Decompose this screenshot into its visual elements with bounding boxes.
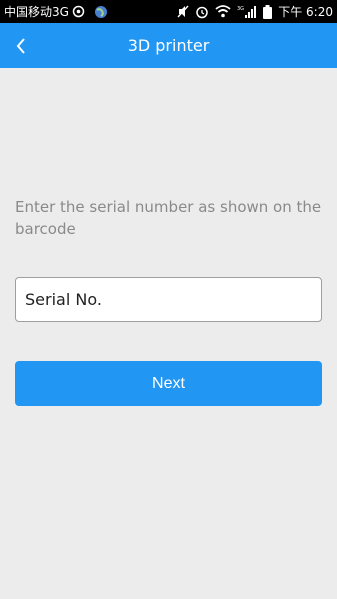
app-bar: 3D printer [0,23,337,68]
back-button[interactable] [6,23,36,68]
signal-icon: 3G [237,5,257,19]
page-title: 3D printer [127,36,210,55]
carrier-label: 中国移动3G [4,5,69,19]
svg-text:3G: 3G [237,6,244,12]
serial-number-input[interactable] [110,279,323,320]
chevron-left-icon [15,37,27,55]
battery-icon [263,4,273,19]
instruction-text: Enter the serial number as shown on the … [15,198,322,238]
next-button[interactable]: Next [15,361,322,406]
usb-debug-icon [72,5,85,18]
globe-icon [94,5,108,19]
status-time: 下午 6:20 [278,5,333,19]
mute-icon [177,5,189,18]
alarm-icon [195,5,209,19]
status-bar-right: 3G 下午 6:20 [177,3,337,20]
serial-number-field[interactable]: Serial No. [15,277,323,322]
serial-number-label: Serial No. [25,290,102,309]
wifi-icon [215,5,231,18]
status-bar-left: 中国移动3G [0,3,108,20]
status-bar: 中国移动3G 3G 下午 6:20 [0,0,337,23]
